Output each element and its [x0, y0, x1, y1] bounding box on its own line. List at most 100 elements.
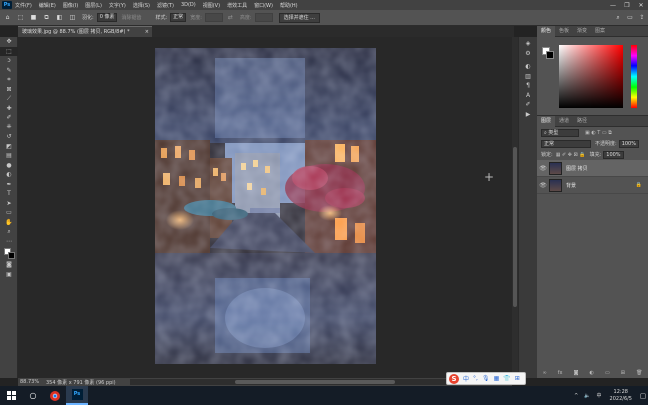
visibility-eye-icon[interactable]: 👁 [537, 182, 549, 189]
actions-panel-icon[interactable]: ▶ [519, 110, 537, 120]
history-brush-tool-icon[interactable]: ↺ [0, 132, 18, 142]
select-and-mask-button[interactable]: 选择并遮住 ... [278, 12, 320, 23]
tray-overflow-icon[interactable]: ^ [574, 393, 578, 399]
new-layer-icon[interactable]: ⊞ [621, 370, 625, 378]
input-method-indicator[interactable]: 中 [597, 392, 602, 399]
layer-name[interactable]: 图层 拷贝 [566, 165, 588, 172]
move-tool-icon[interactable]: ✥ [0, 37, 18, 47]
visibility-eye-icon[interactable]: 👁 [537, 165, 549, 172]
fill-input[interactable]: 100% [603, 150, 624, 159]
delete-layer-icon[interactable]: 🗑 [636, 370, 642, 378]
menu-window[interactable]: 窗口(W) [254, 2, 273, 9]
search-taskbar-button[interactable]: ○ [22, 386, 44, 405]
workspace-icon[interactable]: ▭ [624, 14, 636, 22]
history-panel-icon[interactable]: ◈ [519, 39, 537, 49]
menu-select[interactable]: 选择(S) [133, 2, 150, 9]
marquee-preset-icon[interactable]: ⬚ [15, 13, 26, 22]
tab-channels[interactable]: 通道 [555, 116, 573, 127]
menu-filter[interactable]: 滤镜(T) [157, 2, 174, 9]
share-icon[interactable]: ⇪ [636, 14, 648, 22]
menu-plugins[interactable]: 增效工具 [227, 2, 247, 9]
zoom-tool-icon[interactable]: ⌕ [0, 227, 18, 237]
close-tab-icon[interactable]: × [145, 27, 149, 37]
pen-tool-icon[interactable]: ✒ [0, 180, 18, 190]
marquee-tool-icon[interactable]: ⬚ [0, 46, 18, 56]
gradient-tool-icon[interactable]: ▤ [0, 151, 18, 161]
ime-voice-icon[interactable]: 🎙 [482, 375, 490, 382]
quick-mask-icon[interactable]: ◙ [0, 260, 18, 270]
home-icon[interactable]: ⌂ [2, 13, 13, 22]
menu-view[interactable]: 视图(V) [203, 2, 220, 9]
tab-patterns[interactable]: 图案 [591, 26, 609, 37]
document-info[interactable]: 354 像素 x 791 像素 (96 ppi) [40, 379, 116, 386]
blur-tool-icon[interactable]: ● [0, 161, 18, 171]
menu-image[interactable]: 图像(I) [63, 2, 78, 9]
close-button[interactable]: ✕ [634, 2, 648, 9]
brush-tool-icon[interactable]: ✐ [0, 113, 18, 123]
document-tab[interactable]: 玻璃效果.jpg @ 88.7% (图层 拷贝, RGB/8#) * × [18, 26, 152, 37]
menu-edit[interactable]: 编辑(E) [39, 2, 56, 9]
horizontal-scroll-thumb[interactable] [235, 380, 395, 384]
width-input[interactable] [204, 13, 223, 22]
search-icon[interactable]: ⌕ [612, 14, 624, 22]
adjustments-panel-icon[interactable]: ◐ [519, 62, 537, 72]
fg-bg-color-swatch[interactable] [542, 47, 554, 59]
antialias-checkbox[interactable]: 消除锯齿 [121, 14, 141, 21]
menu-3d[interactable]: 3D(D) [181, 2, 196, 8]
swap-dimensions-icon[interactable]: ⇄ [225, 13, 236, 22]
intersect-selection-icon[interactable]: ◫ [67, 13, 78, 22]
menu-help[interactable]: 帮助(H) [280, 2, 298, 9]
menu-file[interactable]: 文件(F) [15, 2, 32, 9]
tab-color[interactable]: 颜色 [537, 25, 556, 37]
ime-chinese-mode[interactable]: 中 [463, 374, 469, 383]
blend-mode-select[interactable]: 正常 [541, 139, 591, 148]
ime-toolbox-icon[interactable]: ⊞ [515, 375, 520, 382]
horizontal-scrollbar[interactable] [130, 379, 500, 385]
screen-mode-icon[interactable]: ▣ [0, 270, 18, 280]
properties-panel-icon[interactable]: ⚙ [519, 49, 537, 59]
tab-paths[interactable]: 路径 [573, 116, 591, 127]
maximize-button[interactable]: ❐ [620, 2, 634, 9]
character-panel-icon[interactable]: A [519, 91, 537, 101]
style-select[interactable]: 正常 [170, 13, 187, 22]
libraries-panel-icon[interactable]: ▥ [519, 72, 537, 82]
add-mask-icon[interactable]: ◙ [574, 370, 579, 378]
more-tools-icon[interactable]: ⋯ [0, 237, 18, 247]
hand-tool-icon[interactable]: ✋ [0, 218, 18, 228]
new-selection-icon[interactable]: ■ [28, 13, 39, 22]
chrome-taskbar-button[interactable] [44, 386, 66, 405]
lasso-tool-icon[interactable]: ↄ [0, 56, 18, 66]
layer-style-icon[interactable]: fx [558, 370, 563, 378]
adjustment-layer-icon[interactable]: ◐ [590, 370, 594, 378]
tab-swatches[interactable]: 色板 [555, 26, 573, 37]
notification-icon[interactable]: ▢ [638, 392, 648, 400]
layer-name[interactable]: 背景 [566, 182, 576, 189]
filter-icons[interactable]: ▣ ◐ T ▭ ⧉ [585, 130, 612, 136]
frame-tool-icon[interactable]: ⊠ [0, 85, 18, 95]
minimize-button[interactable]: — [606, 2, 620, 9]
feather-input[interactable]: 0 像素 [96, 13, 118, 22]
clock[interactable]: 12:28 2022/6/5 [610, 389, 632, 403]
start-button[interactable] [0, 386, 22, 405]
photoshop-taskbar-button[interactable]: Ps [66, 386, 88, 405]
quick-select-tool-icon[interactable]: ✎ [0, 66, 18, 76]
menu-type[interactable]: 文字(Y) [109, 2, 126, 9]
hue-slider[interactable] [631, 45, 637, 108]
brush-settings-icon[interactable]: ✐ [519, 100, 537, 110]
sogou-logo-icon[interactable]: S [449, 373, 459, 384]
subtract-selection-icon[interactable]: ◧ [54, 13, 65, 22]
tab-gradients[interactable]: 渐变 [573, 26, 591, 37]
color-swatches-icon[interactable] [0, 246, 18, 260]
document-image[interactable] [155, 48, 376, 364]
color-picker-field[interactable] [559, 45, 623, 108]
eraser-tool-icon[interactable]: ◩ [0, 142, 18, 152]
crop-tool-icon[interactable]: ⌗ [0, 75, 18, 85]
lock-icons[interactable]: ▦ ✐ ✥ ⊠ 🔒 [556, 152, 586, 158]
layer-row[interactable]: 👁 背景 🔒 [537, 177, 648, 194]
shape-tool-icon[interactable]: ▭ [0, 208, 18, 218]
ime-skin-icon[interactable]: 👕 [503, 375, 510, 382]
height-input[interactable] [254, 13, 273, 22]
menu-layer[interactable]: 图层(L) [85, 2, 102, 9]
opacity-input[interactable]: 100% [618, 139, 639, 148]
path-select-tool-icon[interactable]: ➤ [0, 199, 18, 209]
